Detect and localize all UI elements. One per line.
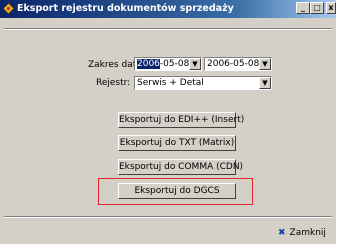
title-bar: Eksport rejestru dokumentów sprzedaży _ … [0, 0, 336, 18]
close-window-button[interactable]: x [326, 2, 336, 14]
date-from-dropdown-icon[interactable]: ▼ [189, 58, 201, 70]
right-edge [336, 0, 345, 244]
close-button[interactable]: ✖ Zamknij [274, 226, 336, 242]
date-to-dropdown-icon[interactable]: ▼ [259, 58, 271, 70]
date-from-rest: -05-08 [159, 59, 190, 69]
date-to-picker[interactable]: 2006-05-08 ▼ [204, 57, 272, 71]
date-to-value: 2006-05-08 [207, 59, 260, 69]
close-button-label: Zamknij [289, 228, 326, 238]
date-from-picker[interactable]: 2006-05-08 ▼ [134, 57, 202, 71]
app-icon [2, 2, 15, 15]
export-dgcs-button[interactable]: Eksportuj do DGCS [118, 183, 236, 199]
export-edi-button[interactable]: Eksportuj do EDI++ (Insert) [118, 112, 244, 128]
maximize-button[interactable]: □ [310, 2, 324, 14]
window-title: Eksport rejestru dokumentów sprzedaży [17, 3, 234, 14]
date-range-label: Zakres dat: [88, 60, 140, 70]
export-comma-button[interactable]: Eksportuj do COMMA (CDN) [118, 159, 243, 175]
export-txt-button[interactable]: Eksportuj do TXT (Matrix) [118, 135, 236, 151]
close-x-icon: ✖ [278, 228, 286, 238]
register-select[interactable]: Serwis + Detal ▼ [134, 76, 272, 90]
register-value: Serwis + Detal [137, 78, 204, 88]
bottom-separator [4, 216, 332, 218]
top-separator [4, 28, 332, 30]
register-dropdown-icon[interactable]: ▼ [259, 77, 271, 89]
minimize-button[interactable]: _ [296, 2, 310, 14]
dialog-body: Zakres dat: 2006-05-08 ▼ 2006-05-08 ▼ Re… [0, 18, 336, 244]
register-label: Rejestr: [96, 78, 131, 88]
date-from-selected-part: 2006 [137, 59, 160, 69]
